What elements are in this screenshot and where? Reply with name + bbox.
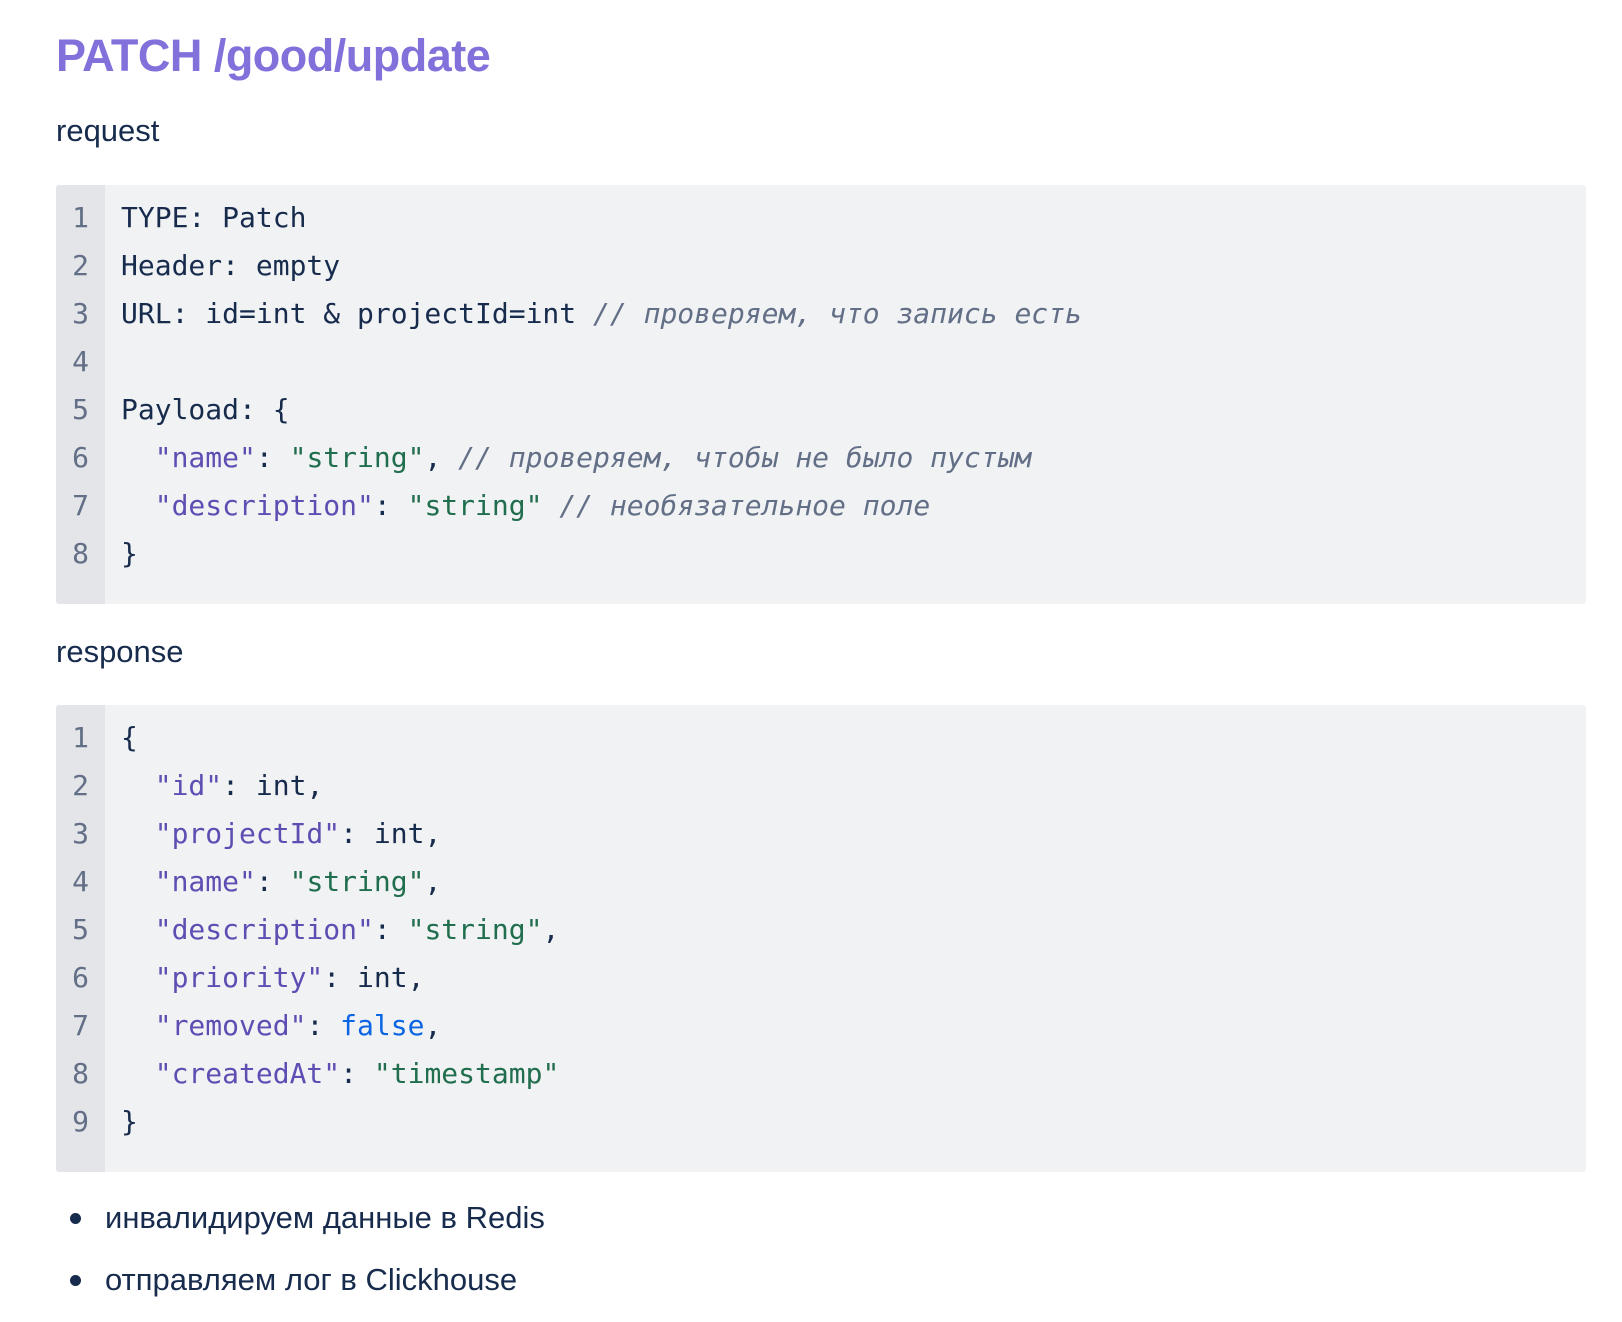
code-text: "name": "string", <box>121 858 442 906</box>
line-number: 2 <box>72 249 89 282</box>
bullet-text: отправляем лог в Clickhouse <box>105 1262 518 1297</box>
string-token: "string" <box>407 489 543 522</box>
bullet-item: отправляем лог в Clickhouse <box>56 1260 545 1322</box>
line-number: 3 <box>72 817 89 850</box>
json-key-token: "projectId" <box>154 817 341 850</box>
code-token: , <box>424 441 459 474</box>
bullet-item: инвалидируем данные в Redis <box>56 1198 545 1260</box>
code-token: Payload: { <box>121 393 290 426</box>
code-token: : <box>306 1009 341 1042</box>
code-token: } <box>121 1105 138 1138</box>
code-text: "removed": false, <box>121 1002 442 1050</box>
json-key-token: "name" <box>154 865 256 898</box>
code-token: : <box>340 1057 374 1090</box>
json-key-token: "name" <box>154 441 256 474</box>
code-text: "id": int, <box>121 762 324 810</box>
json-key-token: "description" <box>154 913 374 946</box>
string-token: "timestamp" <box>373 1057 560 1090</box>
request-code-block[interactable]: 1 TYPE: Patch 2 Header: empty 3 URL: id=int &… <box>56 185 1586 604</box>
response-code-block[interactable]: 1{2 "id": int, 3 "projectId": int, 4 "name… <box>56 705 1586 1172</box>
bullet-text: инвалидируем данные в Redis <box>105 1200 545 1235</box>
code-text: "priority": int, <box>121 954 425 1002</box>
line-number: 5 <box>72 393 89 426</box>
comment-token: // проверяем, чтобы не было пустым <box>458 441 1032 474</box>
json-key-token: "removed" <box>154 1009 307 1042</box>
code-text: } <box>121 530 138 578</box>
keyword-token: false <box>340 1009 425 1042</box>
bullet-dot-icon <box>70 1213 81 1224</box>
json-key-token: "id" <box>154 769 223 802</box>
code-text: "name": "string", // проверяем, чтобы не… <box>121 434 1032 482</box>
code-text: "description": "string", <box>121 906 560 954</box>
bullet-list: инвалидируем данные в Redis отправляем ло… <box>56 1198 545 1322</box>
code-token: : int, <box>323 961 425 994</box>
json-key-token: "description" <box>154 489 374 522</box>
code-text: "createdAt": "timestamp" <box>121 1050 560 1098</box>
line-number: 7 <box>72 1009 89 1042</box>
request-label: request <box>56 113 160 148</box>
code-token: URL: id=int & projectId=int <box>121 297 594 330</box>
line-number: 8 <box>72 1057 89 1090</box>
line-number: 1 <box>72 721 89 754</box>
code-text: Payload: { <box>121 386 290 434</box>
line-number: 1 <box>72 201 89 234</box>
code-token: : int, <box>340 817 442 850</box>
code-token: } <box>121 537 138 570</box>
line-number: 8 <box>72 537 89 570</box>
code-token: : <box>255 441 290 474</box>
json-key-token: "priority" <box>154 961 324 994</box>
comment-token: // проверяем, что запись есть <box>593 297 1082 330</box>
code-token: : int, <box>222 769 324 802</box>
code-text: URL: id=int & projectId=int // проверяем… <box>121 290 1082 338</box>
code-text: Header: empty <box>121 242 340 290</box>
code-text: { <box>121 714 138 762</box>
line-number: 3 <box>72 297 89 330</box>
response-label: response <box>56 634 184 669</box>
code-text: "description": "string" // необязательно… <box>121 482 930 530</box>
code-token: : <box>373 913 408 946</box>
line-number: 5 <box>72 913 89 946</box>
line-number: 6 <box>72 441 89 474</box>
code-token: , <box>424 865 442 898</box>
string-token: "string" <box>289 865 425 898</box>
line-number: 4 <box>72 865 89 898</box>
line-number: 4 <box>72 345 89 378</box>
line-number: 9 <box>72 1105 89 1138</box>
page-title: PATCH /good/update <box>56 30 491 81</box>
code-token: : <box>373 489 408 522</box>
code-text: TYPE: Patch <box>121 194 306 242</box>
bullet-dot-icon <box>70 1275 81 1286</box>
line-number: 6 <box>72 961 89 994</box>
comment-token: // необязательное поле <box>559 489 931 522</box>
code-text: "projectId": int, <box>121 810 442 858</box>
code-token: , <box>424 1009 442 1042</box>
code-token: Header: empty <box>121 249 341 282</box>
string-token: "string" <box>407 913 543 946</box>
code-text: } <box>121 1098 138 1146</box>
json-key-token: "createdAt" <box>154 1057 341 1090</box>
string-token: "string" <box>289 441 425 474</box>
line-number: 2 <box>72 769 89 802</box>
code-token: TYPE: Patch <box>121 201 307 234</box>
code-token: { <box>121 721 138 754</box>
line-number: 7 <box>72 489 89 522</box>
code-token: , <box>542 913 560 946</box>
code-token: : <box>255 865 290 898</box>
